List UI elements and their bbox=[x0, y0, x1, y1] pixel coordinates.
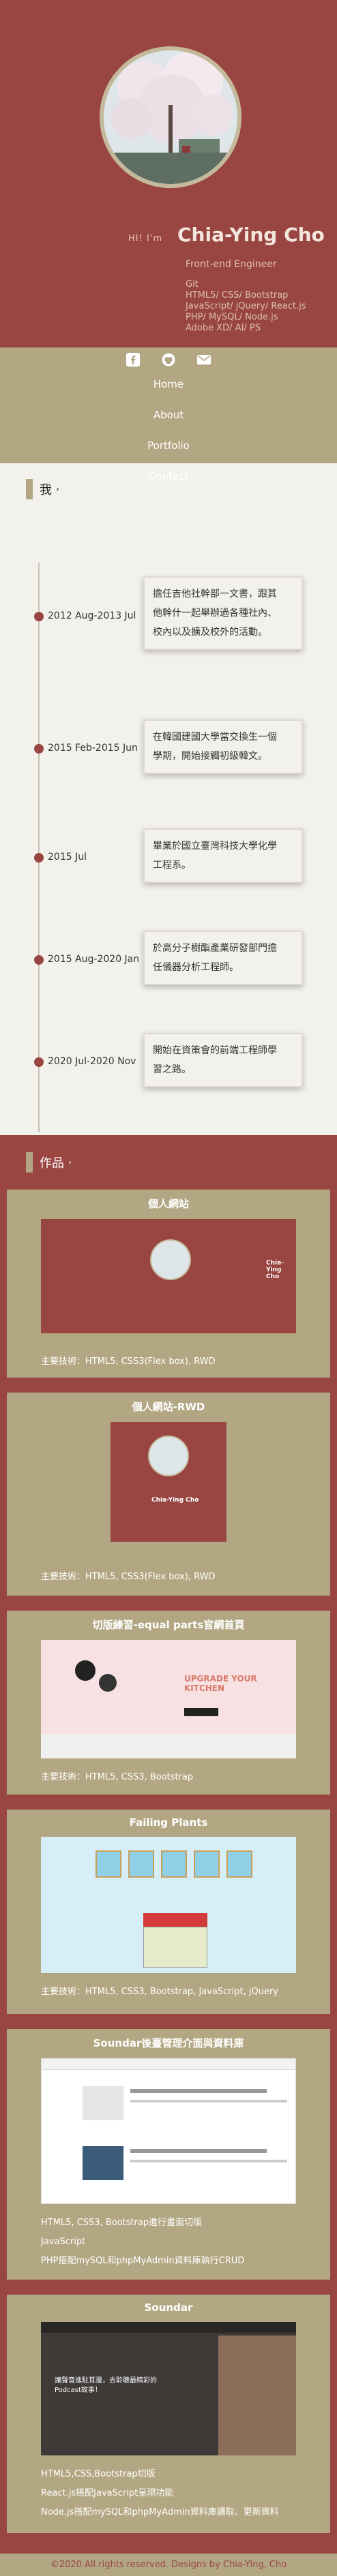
work-tech-line: HTML5,CSS,Bootstrap切版 bbox=[41, 2469, 156, 2479]
skill-item: Adobe XD/ AI/ PS bbox=[186, 323, 261, 333]
work-tech-line: Node.js搭配mySQL和phpMyAdmin資料庫讀取、更新資料 bbox=[41, 2507, 279, 2517]
work-thumbnail[interactable]: 讓聲音進駐耳邊，去聆聽最精彩的Podcast故事！ bbox=[41, 2322, 296, 2455]
work-title: Soundar後臺管理介面與資料庫 bbox=[93, 2037, 244, 2049]
footer-text: ©2020 All rights reserved. Designs by Ch… bbox=[50, 2560, 287, 2570]
timeline-text: 任儀器分析工程師。 bbox=[153, 962, 239, 973]
timeline-text: 開始在資策會的前端工程師學 bbox=[153, 1045, 277, 1056]
work-card[interactable]: 個人網站 Chia-Ying Cho 主要技術：HTML5, CSS3(Flex… bbox=[7, 1190, 330, 1378]
timeline-card: 於高分子樹酯產業研發部門擔 任儀器分析工程師。 bbox=[143, 931, 303, 985]
heading-accent bbox=[26, 1152, 33, 1173]
github-icon[interactable] bbox=[162, 353, 175, 367]
work-card[interactable]: 個人網站-RWD Chia-Ying Cho 主要技術：HTML5, CSS3(… bbox=[7, 1393, 330, 1596]
facebook-icon[interactable] bbox=[126, 353, 140, 367]
work-thumbnail[interactable] bbox=[41, 2058, 296, 2204]
timeline-dot bbox=[34, 853, 44, 863]
work-card[interactable]: 切版練習-equal parts官網首頁 UPGRADE YOUR KITCHE… bbox=[7, 1611, 330, 1795]
timeline-text: 於高分子樹酯產業研發部門擔 bbox=[153, 943, 277, 954]
timeline-card: 擔任吉他社幹部一文書，跟其 他幹什一起舉辦過各種社內、 校內以及擴及校外的活動。 bbox=[143, 576, 303, 650]
timeline-date: 2020 Jul-2020 Nov bbox=[48, 1056, 136, 1067]
skills-list: Git HTML5/ CSS/ Bootstrap JavaScript/ jQ… bbox=[186, 279, 306, 334]
work-tech: HTML5, CSS3, Bootstrap進行畫面切版 JavaScript … bbox=[41, 2214, 296, 2271]
work-tech: 主要技術：HTML5, CSS3, Bootstrap, JavaScript,… bbox=[41, 1983, 296, 2002]
work-tech-line: 主要技術：HTML5, CSS3, Bootstrap, JavaScript,… bbox=[41, 1987, 278, 1997]
work-thumbnail[interactable] bbox=[41, 1837, 296, 1973]
profile-photo bbox=[100, 46, 241, 188]
work-tech-line: 主要技術：HTML5, CSS3, Bootstrap bbox=[41, 1772, 194, 1782]
timeline-text: 他幹什一起舉辦過各種社內、 bbox=[153, 608, 277, 619]
nav-link-about[interactable]: About bbox=[0, 407, 337, 424]
thumb-name: Chia-Ying Cho bbox=[266, 1260, 284, 1280]
work-tech-line: 主要技術：HTML5, CSS3(Flex box), RWD bbox=[41, 1356, 216, 1367]
arrow-icon: › bbox=[56, 484, 59, 494]
timeline-text: 校內以及擴及校外的活動。 bbox=[153, 627, 267, 638]
work-card[interactable]: Soundar 讓聲音進駐耳邊，去聆聽最精彩的Podcast故事！ HTML5,… bbox=[7, 2295, 330, 2533]
timeline-text: 工程系。 bbox=[153, 860, 191, 871]
work-thumbnail[interactable]: UPGRADE YOUR KITCHEN bbox=[41, 1640, 296, 1758]
main-nav: Home About Portfolio Contact bbox=[0, 347, 337, 482]
portfolio-title: 作品 bbox=[40, 1156, 64, 1170]
arrow-icon: › bbox=[68, 1158, 72, 1167]
heading-accent bbox=[26, 479, 33, 499]
timeline: 2012 Aug-2013 Jul 擔任吉他社幹部一文書，跟其 他幹什一起舉辦過… bbox=[0, 515, 337, 1135]
hero-greeting: HI! I'm bbox=[128, 234, 163, 244]
work-tech: 主要技術：HTML5, CSS3(Flex box), RWD bbox=[41, 1568, 296, 1587]
skill-item: HTML5/ CSS/ Bootstrap bbox=[186, 290, 289, 300]
timeline-text: 學期，開始接觸初級韓文。 bbox=[153, 751, 267, 762]
thumb-heading: 讓聲音進駐耳邊，去聆聽最精彩的Podcast故事！ bbox=[55, 2377, 157, 2394]
work-thumbnail[interactable]: Chia-Ying Cho bbox=[41, 1219, 296, 1343]
timeline-text: 在韓國建國大學當交換生一個 bbox=[153, 732, 277, 743]
work-tech: HTML5,CSS,Bootstrap切版 React.js搭配JavaScri… bbox=[41, 2465, 296, 2522]
timeline-date: 2015 Feb-2015 Jun bbox=[48, 743, 138, 754]
timeline-text: 畢業於國立臺灣科技大學化學 bbox=[153, 841, 277, 852]
work-tech-line: JavaScript bbox=[41, 2237, 86, 2247]
work-title: Soundar bbox=[144, 2301, 193, 2314]
work-title: 切版練習-equal parts官網首頁 bbox=[92, 1619, 245, 1631]
skill-item: PHP/ MySQL/ Node.js bbox=[186, 312, 278, 322]
timeline-line bbox=[38, 563, 40, 1132]
thumb-name: Chia-Ying Cho bbox=[151, 1497, 199, 1504]
work-tech-line: HTML5, CSS3, Bootstrap進行畫面切版 bbox=[41, 2218, 203, 2228]
timeline-dot bbox=[34, 955, 44, 965]
timeline-text: 擔任吉他社幹部一文書，跟其 bbox=[153, 589, 277, 600]
skill-item: JavaScript/ jQuery/ React.js bbox=[186, 301, 306, 311]
timeline-text: 習之路。 bbox=[153, 1064, 191, 1075]
about-section: 我 › 2012 Aug-2013 Jul 擔任吉他社幹部一文書，跟其 他幹什一… bbox=[0, 463, 337, 1135]
timeline-date: 2012 Aug-2013 Jul bbox=[48, 610, 136, 621]
work-tech-line: PHP搭配mySQL和phpMyAdmin資料庫執行CRUD bbox=[41, 2256, 245, 2266]
portfolio-section: 作品 › 個人網站 Chia-Ying Cho 主要技術：HTML5, CSS3… bbox=[0, 1135, 337, 2554]
timeline-date: 2015 Aug-2020 Jan bbox=[48, 954, 140, 965]
work-title: 個人網站 bbox=[147, 1198, 189, 1210]
hero-section: HI! I'm Chia-Ying Cho Front-end Engineer… bbox=[0, 0, 337, 347]
work-tech-line: 主要技術：HTML5, CSS3(Flex box), RWD bbox=[41, 1572, 216, 1582]
work-card[interactable]: Soundar後臺管理介面與資料庫 HTML5, CSS3, Bootstrap… bbox=[7, 2029, 330, 2280]
work-thumbnail[interactable]: Chia-Ying Cho bbox=[111, 1422, 226, 1558]
timeline-date: 2015 Jul bbox=[48, 852, 87, 863]
work-title: Failing Plants bbox=[129, 1816, 208, 1829]
skill-item: Git bbox=[186, 279, 199, 290]
hero-name: Chia-Ying Cho bbox=[177, 223, 325, 246]
footer: ©2020 All rights reserved. Designs by Ch… bbox=[0, 2554, 337, 2576]
work-title: 個人網站-RWD bbox=[132, 1401, 205, 1413]
work-card[interactable]: Failing Plants 主要技術：HTML5, CSS3, Bootstr… bbox=[7, 1810, 330, 2014]
work-tech: 主要技術：HTML5, CSS3, Bootstrap bbox=[41, 1768, 296, 1787]
hero-role: Front-end Engineer bbox=[186, 259, 277, 270]
portfolio-heading: 作品 › bbox=[0, 1135, 337, 1190]
timeline-dot bbox=[34, 1057, 44, 1067]
about-title: 我 bbox=[40, 483, 52, 497]
work-tech: 主要技術：HTML5, CSS3(Flex box), RWD bbox=[41, 1352, 296, 1371]
thumb-heading: UPGRADE YOUR KITCHEN bbox=[184, 1674, 257, 1693]
timeline-dot bbox=[34, 612, 44, 621]
mail-icon[interactable] bbox=[197, 353, 211, 367]
timeline-card: 開始在資策會的前端工程師學 習之路。 bbox=[143, 1033, 303, 1087]
work-tech-line: React.js搭配JavaScript呈現功能 bbox=[41, 2488, 174, 2498]
timeline-card: 在韓國建國大學當交換生一個 學期，開始接觸初級韓文。 bbox=[143, 719, 303, 774]
nav-link-home[interactable]: Home bbox=[0, 376, 337, 393]
nav-link-portfolio[interactable]: Portfolio bbox=[0, 437, 337, 454]
timeline-card: 畢業於國立臺灣科技大學化學 工程系。 bbox=[143, 828, 303, 883]
timeline-dot bbox=[34, 744, 44, 754]
